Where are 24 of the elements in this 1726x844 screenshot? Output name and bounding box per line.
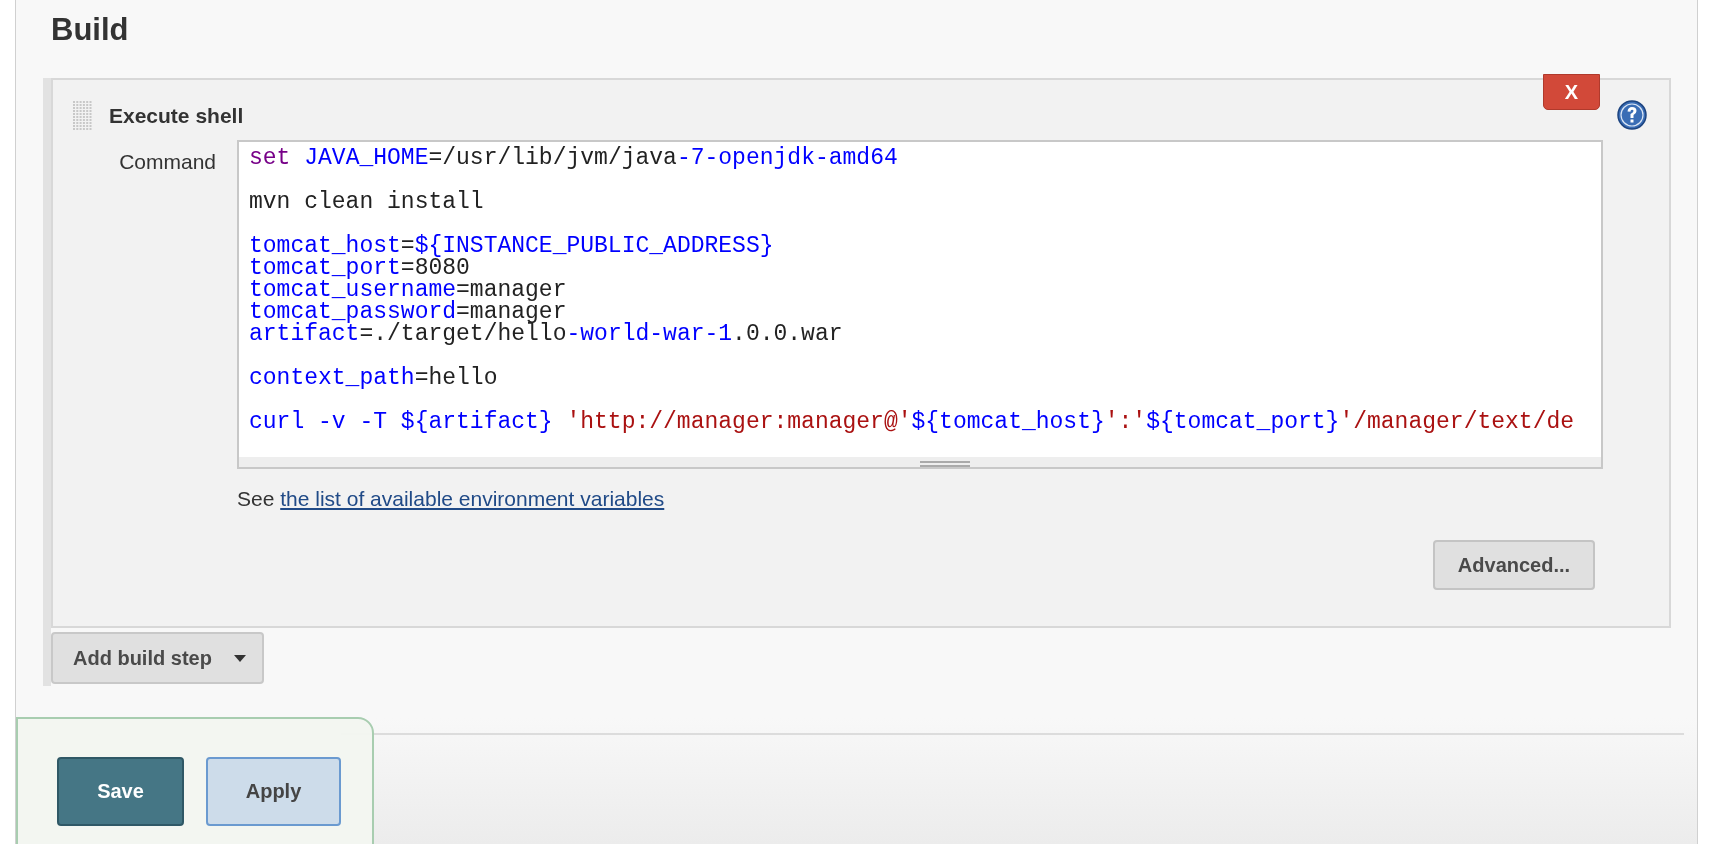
code-line: tomcat_host=${INSTANCE_PUBLIC_ADDRESS} (249, 235, 775, 257)
code-line: set JAVA_HOME=/usr/lib/jvm/java-7-openjdk-amd64 (249, 147, 899, 169)
code-line: tomcat_username=manager (249, 279, 568, 301)
field-label: Command (118, 150, 216, 174)
code-line: tomcat_password=manager (249, 301, 568, 323)
add-build-step-button[interactable]: Add build step (51, 632, 264, 684)
help-icon[interactable] (1617, 100, 1647, 130)
help-text: See the list of available environment variables (237, 487, 666, 511)
resize-handle-icon[interactable] (920, 461, 970, 467)
env-variables-link[interactable]: the list of available environment variables (280, 487, 665, 510)
save-button[interactable]: Save (57, 757, 184, 826)
caret-icon (233, 654, 246, 662)
code-line: mvn clean install (249, 191, 485, 213)
code-line: curl -v -T ${artifact} 'http://manager:manager@'${tomcat_host}':'${tomcat_port}'/manager/text/de (249, 411, 1576, 433)
apply-button[interactable]: Apply (206, 757, 341, 826)
code-line: tomcat_port=8080 (249, 257, 470, 279)
code-line: context_path=hello (249, 367, 499, 389)
section-heading: Build (50, 11, 130, 49)
code-line: artifact=./target/hello-world-war-1.0.0.war (249, 323, 844, 345)
step-title: Execute shell (109, 104, 244, 128)
drag-handle-icon[interactable] (73, 101, 93, 131)
command-editor[interactable] (237, 140, 1603, 469)
advanced-button[interactable]: Advanced... (1433, 540, 1595, 590)
delete-button[interactable]: X (1543, 74, 1600, 110)
